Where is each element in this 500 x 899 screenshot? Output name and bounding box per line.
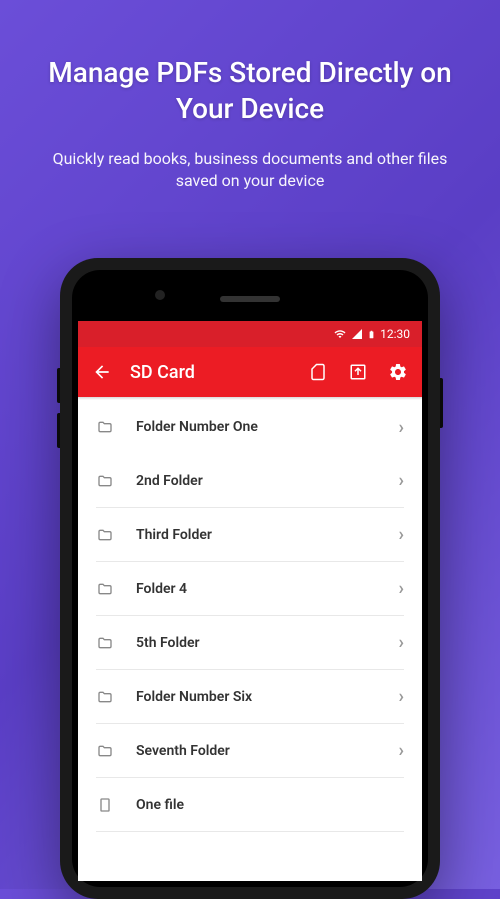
item-label: One file bbox=[136, 797, 404, 813]
chevron-right-icon: › bbox=[399, 578, 404, 599]
list-item[interactable]: Folder 4 › bbox=[96, 562, 404, 616]
chevron-right-icon: › bbox=[399, 740, 404, 761]
sdcard-button[interactable] bbox=[308, 362, 328, 382]
settings-button[interactable] bbox=[388, 362, 408, 382]
phone-screen: 12:30 SD Card bbox=[78, 321, 422, 881]
folder-icon bbox=[96, 689, 114, 705]
item-label: Folder 4 bbox=[136, 581, 377, 597]
upload-icon bbox=[349, 363, 367, 381]
item-label: 2nd Folder bbox=[136, 473, 377, 489]
phone-power-button bbox=[440, 378, 443, 428]
wifi-icon bbox=[333, 328, 347, 340]
file-icon bbox=[96, 797, 114, 813]
status-bar: 12:30 bbox=[78, 321, 422, 347]
item-label: Third Folder bbox=[136, 527, 377, 543]
battery-icon bbox=[367, 328, 376, 341]
phone-volume-up bbox=[57, 368, 60, 403]
app-bar-title: SD Card bbox=[130, 362, 290, 383]
item-label: Folder Number Six bbox=[136, 689, 377, 705]
item-label: Folder Number One bbox=[136, 419, 377, 435]
arrow-left-icon bbox=[92, 362, 112, 382]
list-item[interactable]: One file bbox=[96, 778, 404, 832]
folder-icon bbox=[96, 635, 114, 651]
phone-camera bbox=[155, 290, 165, 300]
hero-title: Manage PDFs Stored Directly on Your Devi… bbox=[0, 0, 500, 148]
sdcard-icon bbox=[309, 362, 327, 382]
item-label: 5th Folder bbox=[136, 635, 377, 651]
chevron-right-icon: › bbox=[399, 470, 404, 491]
phone-speaker bbox=[220, 296, 280, 302]
folder-icon bbox=[96, 473, 114, 489]
upload-button[interactable] bbox=[348, 362, 368, 382]
list-item[interactable]: 5th Folder › bbox=[96, 616, 404, 670]
back-button[interactable] bbox=[92, 362, 112, 382]
folder-icon bbox=[96, 527, 114, 543]
list-item[interactable]: Third Folder › bbox=[96, 508, 404, 562]
chevron-right-icon: › bbox=[399, 417, 404, 438]
gear-icon bbox=[388, 362, 408, 382]
status-time: 12:30 bbox=[380, 327, 410, 341]
phone-frame: 12:30 SD Card bbox=[60, 258, 440, 899]
list-item[interactable]: Folder Number One › bbox=[96, 400, 404, 454]
app-bar: SD Card bbox=[78, 347, 422, 397]
chevron-right-icon: › bbox=[399, 524, 404, 545]
signal-icon bbox=[350, 328, 364, 340]
file-list: Folder Number One›2nd Folder›Third Folde… bbox=[78, 400, 422, 832]
chevron-right-icon: › bbox=[399, 686, 404, 707]
list-item[interactable]: 2nd Folder › bbox=[96, 454, 404, 508]
list-item[interactable]: Seventh Folder › bbox=[96, 724, 404, 778]
chevron-right-icon: › bbox=[399, 632, 404, 653]
list-item[interactable]: Folder Number Six › bbox=[96, 670, 404, 724]
folder-icon bbox=[96, 581, 114, 597]
folder-icon bbox=[96, 419, 114, 435]
phone-volume-down bbox=[57, 413, 60, 448]
item-label: Seventh Folder bbox=[136, 743, 377, 759]
folder-icon bbox=[96, 743, 114, 759]
hero-subtitle: Quickly read books, business documents a… bbox=[0, 148, 500, 193]
